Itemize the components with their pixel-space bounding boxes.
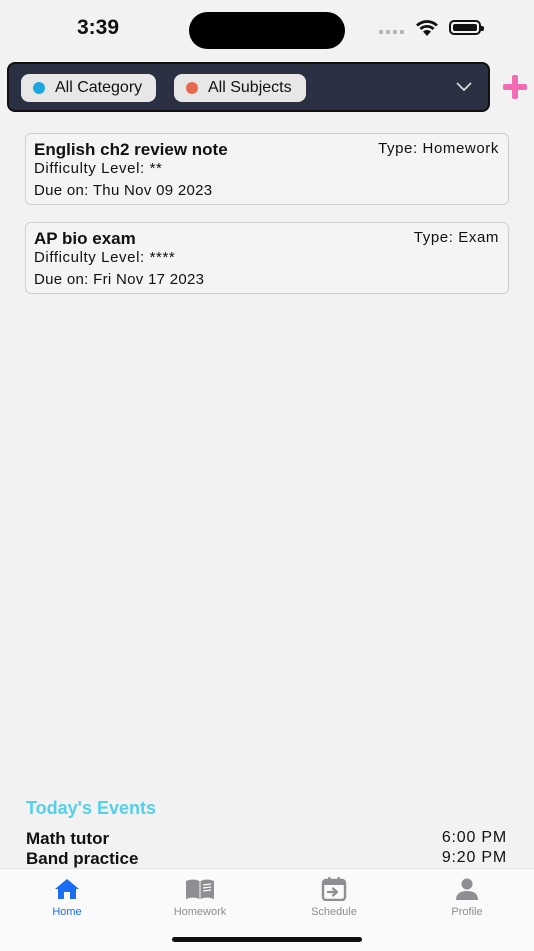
home-icon (55, 879, 79, 899)
assignment-due-date: Due on: Fri Nov 17 2023 (34, 271, 205, 288)
category-filter-chip[interactable]: All Category (21, 74, 157, 102)
subjects-filter-chip[interactable]: All Subjects (174, 74, 306, 102)
tab-schedule[interactable]: Schedule (284, 877, 384, 918)
home-indicator (172, 937, 362, 942)
cellular-signal-icon (379, 30, 404, 34)
dynamic-island (189, 12, 345, 49)
assignment-due-date: Due on: Thu Nov 09 2023 (34, 182, 213, 199)
assignment-title: English ch2 review note (34, 140, 228, 159)
assignment-card[interactable]: AP bio exam Type: Exam Difficulty Level:… (25, 222, 509, 294)
tab-schedule-label: Schedule (311, 906, 357, 918)
wifi-icon (416, 20, 438, 36)
subjects-filter-label: All Subjects (208, 79, 292, 96)
calendar-icon (321, 877, 347, 901)
assignment-title: AP bio exam (34, 229, 136, 248)
event-name: Band practice (26, 849, 139, 868)
person-icon (456, 878, 478, 900)
tab-profile-label: Profile (451, 906, 483, 918)
tab-home[interactable]: Home (17, 877, 117, 918)
event-time: 9:20 PM (441, 849, 507, 866)
tab-homework[interactable]: Homework (150, 877, 250, 918)
assignment-card[interactable]: English ch2 review note Type: Homework D… (25, 133, 509, 205)
assignment-type: Type: Exam (413, 229, 499, 246)
category-dot-icon (33, 82, 45, 94)
tab-home-label: Home (52, 906, 82, 918)
event-name: Math tutor (26, 829, 110, 848)
assignment-difficulty: Difficulty Level: **** (34, 249, 176, 266)
event-item[interactable]: Band practice 9:20 PM (26, 849, 507, 869)
filter-bar[interactable]: All Category All Subjects (7, 62, 490, 112)
event-item[interactable]: Math tutor 6:00 PM (26, 829, 507, 849)
subjects-dot-icon (186, 82, 198, 94)
category-filter-label: All Category (55, 79, 143, 96)
events-section-title: Today's Events (26, 798, 156, 818)
assignment-difficulty: Difficulty Level: ** (34, 160, 163, 177)
tab-profile[interactable]: Profile (417, 877, 517, 918)
event-time: 6:00 PM (441, 829, 507, 846)
battery-icon (449, 20, 484, 35)
status-time: 3:39 (77, 16, 120, 39)
tab-homework-label: Homework (173, 906, 227, 918)
chevron-down-icon[interactable] (456, 82, 472, 92)
add-button[interactable] (503, 75, 527, 99)
assignment-type: Type: Homework (378, 140, 499, 157)
book-icon (186, 879, 214, 899)
